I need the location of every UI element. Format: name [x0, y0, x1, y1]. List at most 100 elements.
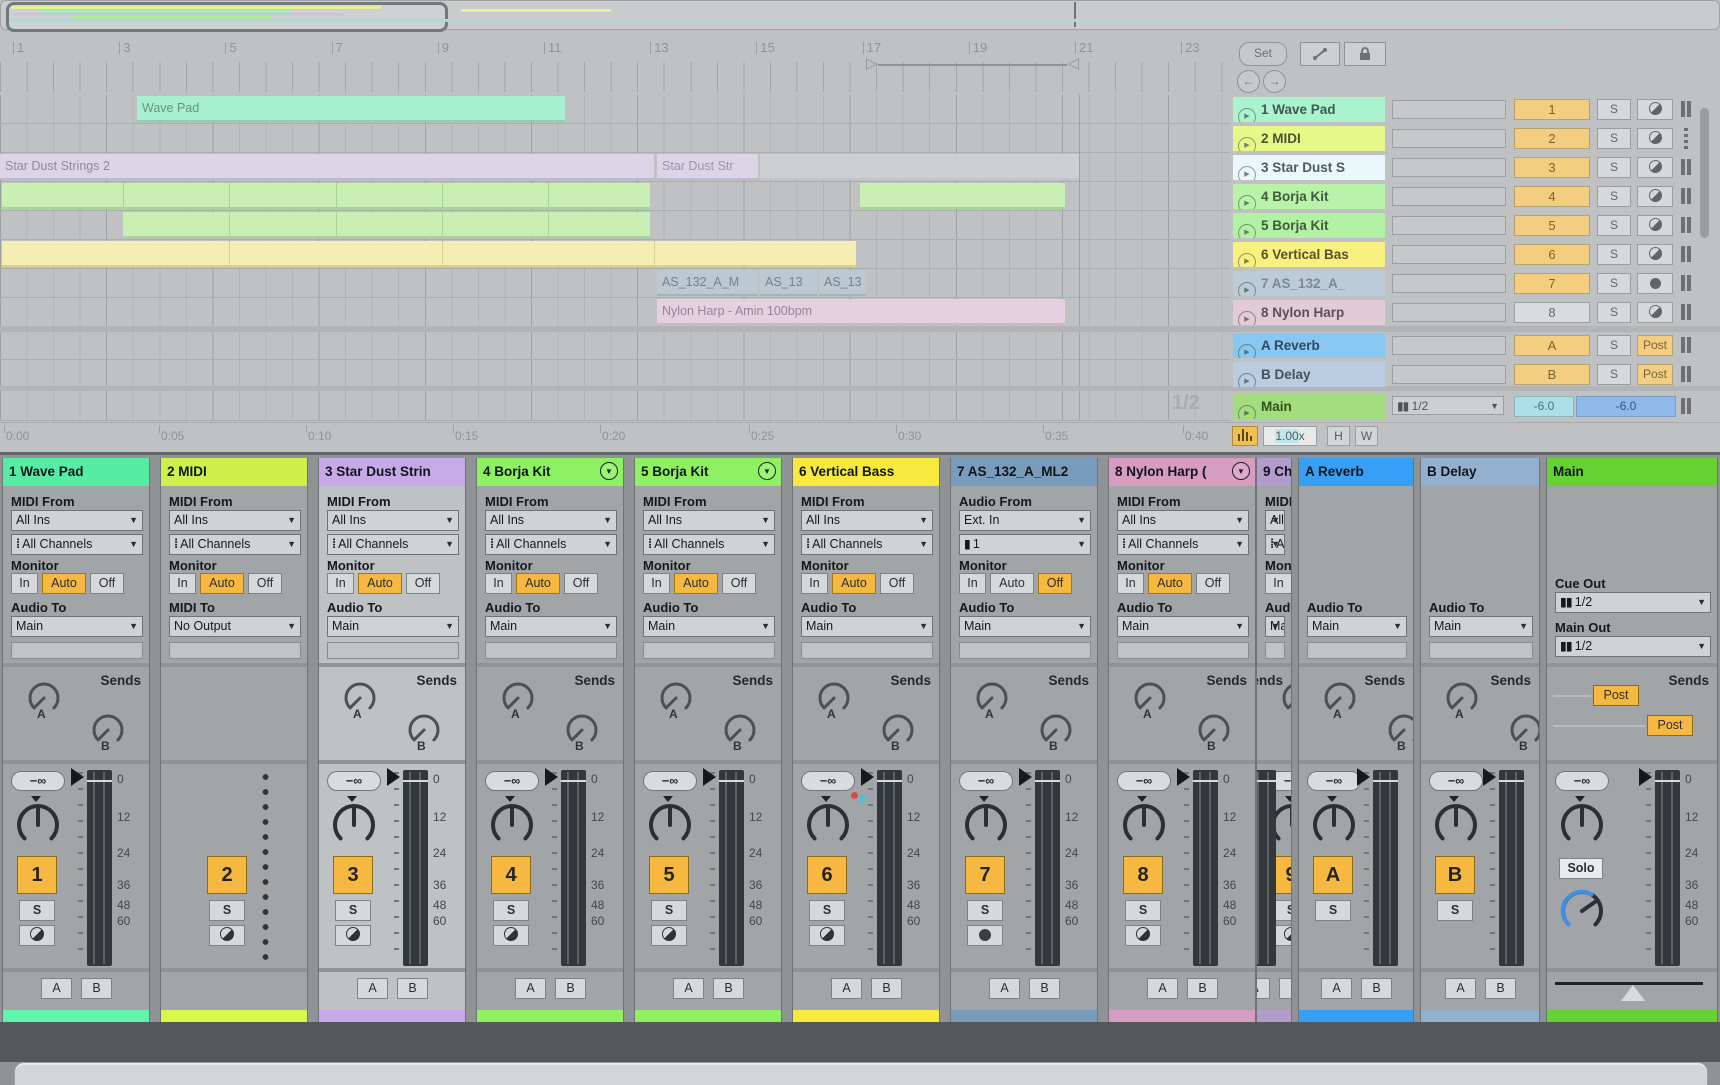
- pan-knob[interactable]: [963, 802, 1009, 848]
- monitor-auto-button[interactable]: Auto: [42, 573, 86, 594]
- post-toggle[interactable]: Post: [1637, 335, 1673, 356]
- solo-chip[interactable]: S: [1597, 215, 1631, 236]
- solo-chip[interactable]: S: [1597, 273, 1631, 294]
- crossfade-b-button[interactable]: B: [1187, 978, 1218, 999]
- input-channel-dropdown[interactable]: ⁞All Channels▼: [1265, 534, 1285, 555]
- arm-chip[interactable]: [1637, 99, 1673, 120]
- solo-button[interactable]: S: [1125, 900, 1161, 921]
- output-dropdown[interactable]: No Output▼: [169, 616, 301, 637]
- arm-session-button[interactable]: [1125, 925, 1161, 946]
- track-number-chip[interactable]: 7: [1514, 273, 1590, 294]
- crossfader-track[interactable]: [1555, 982, 1703, 985]
- track-activator-button[interactable]: 3: [333, 856, 373, 894]
- post-toggle[interactable]: Post: [1637, 364, 1673, 385]
- solo-chip[interactable]: S: [1597, 157, 1631, 178]
- monitor-off-button[interactable]: Off: [722, 573, 756, 594]
- pan-knob[interactable]: [1559, 802, 1605, 848]
- arm-session-button[interactable]: [335, 925, 371, 946]
- track-value-box[interactable]: [1392, 336, 1506, 355]
- crossfade-b-button[interactable]: B: [1029, 978, 1060, 999]
- output-dropdown[interactable]: Main▼: [327, 616, 459, 637]
- cue-volume-knob[interactable]: [1559, 888, 1605, 934]
- arm-chip[interactable]: [1637, 128, 1673, 149]
- output-dropdown[interactable]: Main▼: [11, 616, 143, 637]
- crossfade-a-button[interactable]: A: [1147, 978, 1178, 999]
- arrangement-clip[interactable]: [123, 212, 650, 238]
- fader-level-line[interactable]: [1655, 780, 1680, 782]
- input-channel-dropdown[interactable]: ⁞All Channels▼: [643, 534, 775, 555]
- output-dropdown[interactable]: Main▼: [643, 616, 775, 637]
- arrangement-lane[interactable]: [0, 331, 1230, 360]
- output-status-box[interactable]: [643, 642, 775, 659]
- arrangement-lane[interactable]: [0, 392, 1230, 421]
- monitor-in-button[interactable]: In: [1117, 573, 1144, 594]
- arm-chip[interactable]: [1637, 186, 1673, 207]
- arrangement-clip[interactable]: [2, 183, 650, 209]
- arrangement-clip[interactable]: AS_132_A_M: [657, 270, 758, 296]
- fader-handle-icon[interactable]: [1357, 768, 1370, 786]
- solo-chip[interactable]: S: [1597, 244, 1631, 265]
- input-type-dropdown[interactable]: All Ins▼: [485, 510, 617, 531]
- track-play-icon[interactable]: ▶: [1238, 344, 1256, 358]
- arrangement-clip[interactable]: AS_13: [760, 270, 817, 296]
- volume-display-pill[interactable]: −∞: [327, 771, 381, 791]
- arm-session-button[interactable]: [967, 925, 1003, 946]
- send-a-post-toggle[interactable]: Post: [1593, 685, 1639, 706]
- crossfade-a-button[interactable]: A: [515, 978, 546, 999]
- fader-handle-icon[interactable]: [703, 768, 716, 786]
- volume-display-pill[interactable]: −∞: [959, 771, 1013, 791]
- fader-handle-icon[interactable]: [1483, 768, 1496, 786]
- fader-level-line[interactable]: [87, 780, 112, 782]
- main-output-dropdown[interactable]: ▮▮ 1/2▼: [1392, 396, 1504, 415]
- crossfade-b-button[interactable]: B: [871, 978, 902, 999]
- monitor-off-button[interactable]: Off: [90, 573, 124, 594]
- volume-display-pill[interactable]: −∞: [1429, 771, 1483, 791]
- fader-level-line[interactable]: [561, 780, 586, 782]
- track-activator-button[interactable]: 4: [491, 856, 531, 894]
- output-status-box[interactable]: [169, 642, 301, 659]
- fader-level-line[interactable]: [719, 780, 744, 782]
- arrangement-clip[interactable]: Nylon Harp - Amin 100bpm: [657, 299, 1065, 325]
- crossfade-a-button[interactable]: A: [1256, 978, 1270, 999]
- mixer-track-title[interactable]: 5 Borja Kit▼: [635, 458, 781, 486]
- pan-knob[interactable]: [15, 802, 61, 848]
- output-dropdown[interactable]: Main▼: [1429, 616, 1533, 637]
- arm-chip[interactable]: [1637, 302, 1673, 323]
- solo-button[interactable]: S: [209, 900, 245, 921]
- input-channel-dropdown[interactable]: ⁞All Channels▼: [801, 534, 933, 555]
- track-activator-button[interactable]: 5: [649, 856, 689, 894]
- fold-arrow-icon[interactable]: ▼: [758, 462, 776, 480]
- input-type-dropdown[interactable]: All Ins▼: [11, 510, 143, 531]
- crossfade-a-button[interactable]: A: [1321, 978, 1352, 999]
- monitor-auto-button[interactable]: Auto: [1148, 573, 1192, 594]
- output-status-box[interactable]: [327, 642, 459, 659]
- mixer-track-title[interactable]: 3 Star Dust Strin: [319, 458, 465, 486]
- mixer-track-title[interactable]: 1 Wave Pad: [3, 458, 149, 486]
- fold-arrow-icon[interactable]: ▼: [600, 462, 618, 480]
- loop-start-icon[interactable]: ▷: [866, 55, 878, 73]
- fader-level-line[interactable]: [1499, 780, 1524, 782]
- solo-button[interactable]: S: [1437, 900, 1473, 921]
- track-play-icon[interactable]: ▶: [1238, 108, 1256, 122]
- monitor-off-button[interactable]: Off: [880, 573, 914, 594]
- input-channel-dropdown[interactable]: ⁞All Channels▼: [169, 534, 301, 555]
- volume-display-pill[interactable]: −∞: [1307, 771, 1361, 791]
- solo-button[interactable]: S: [19, 900, 55, 921]
- volume-display-pill[interactable]: −∞: [801, 771, 855, 791]
- output-dropdown[interactable]: Main▼: [485, 616, 617, 637]
- output-dropdown[interactable]: Main▼: [1265, 616, 1285, 637]
- track-name-plate[interactable]: ▶Main: [1233, 394, 1385, 419]
- crossfade-b-button[interactable]: B: [81, 978, 112, 999]
- input-channel-dropdown[interactable]: ⁞All Channels▼: [327, 534, 459, 555]
- track-value-box[interactable]: [1392, 365, 1506, 384]
- loop-brace[interactable]: ▷ ◁: [866, 57, 1079, 75]
- track-name-plate[interactable]: ▶4 Borja Kit: [1233, 184, 1385, 209]
- solo-button[interactable]: S: [1315, 900, 1351, 921]
- arm-chip[interactable]: [1637, 273, 1673, 294]
- output-status-box[interactable]: [1265, 642, 1285, 659]
- audition-mode-button[interactable]: [1232, 426, 1258, 446]
- track-activator-button[interactable]: 6: [807, 856, 847, 894]
- mixer-track-title[interactable]: 6 Vertical Bass: [793, 458, 939, 486]
- mixer-track-title[interactable]: 4 Borja Kit▼: [477, 458, 623, 486]
- mixer-track-title[interactable]: 8 Nylon Harp (▼: [1109, 458, 1255, 486]
